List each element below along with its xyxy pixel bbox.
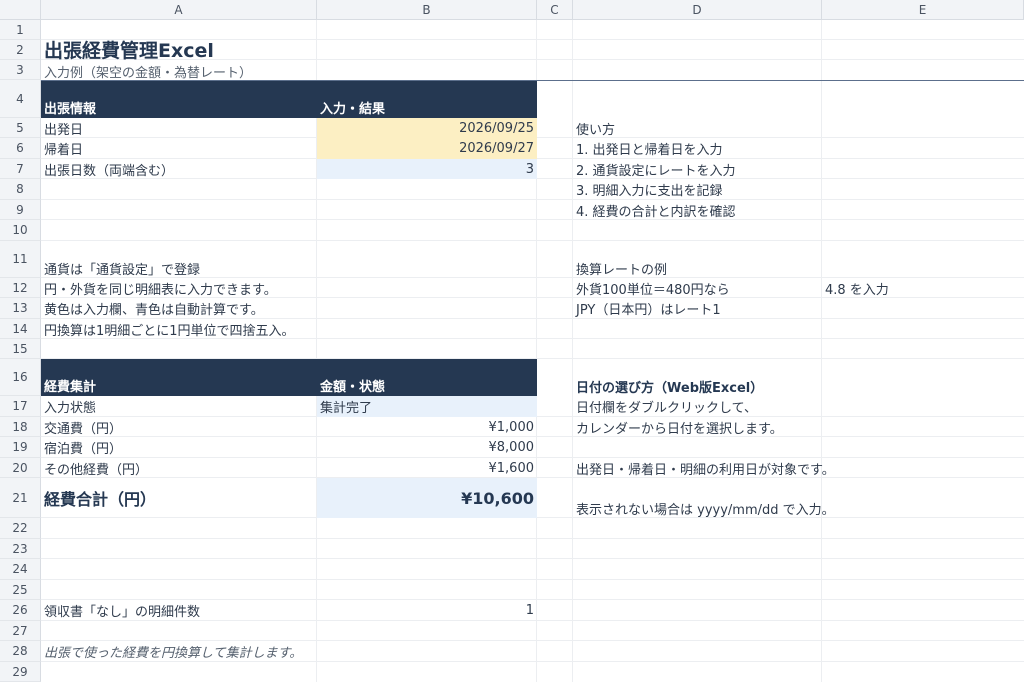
trip-days-value[interactable]: 3	[317, 159, 537, 179]
row-header-8[interactable]: 8	[0, 179, 41, 200]
rate-example-input-hint[interactable]: 4.8 を入力	[822, 278, 1022, 298]
howto-title[interactable]: 使い方	[573, 118, 822, 138]
no-receipt-count-label[interactable]: 領収書「なし」の明細件数	[41, 600, 317, 621]
row-header-11[interactable]: 11	[0, 241, 41, 278]
row-header-17[interactable]: 17	[0, 396, 41, 417]
date-help-line-4[interactable]: 表示されない場合は yyyy/mm/dd で入力。	[573, 498, 835, 518]
column-header-d[interactable]: D	[573, 0, 822, 20]
date-help-line-2[interactable]: カレンダーから日付を選択します。	[573, 417, 822, 437]
trip-info-header[interactable]: 出張情報	[41, 81, 317, 118]
sheet-title[interactable]: 出張経費管理Excel	[41, 37, 541, 62]
row-header-6[interactable]: 6	[0, 138, 41, 159]
row-header-16[interactable]: 16	[0, 359, 41, 396]
row-header-23[interactable]: 23	[0, 539, 41, 559]
total-expense-value[interactable]: ¥10,600	[317, 478, 537, 518]
amount-status-header[interactable]: 金額・状態	[317, 359, 537, 396]
row-header-4[interactable]: 4	[0, 80, 41, 118]
row-header-25[interactable]: 25	[0, 580, 41, 600]
depart-date-label[interactable]: 出発日	[41, 118, 317, 138]
rate-example-line-2[interactable]: JPY（日本円）はレート1	[573, 298, 822, 319]
date-help-line-1[interactable]: 日付欄をダブルクリックして、	[573, 396, 822, 417]
footer-note[interactable]: 出張で使った経費を円換算して集計します。	[41, 641, 517, 662]
row-header-21[interactable]: 21	[0, 478, 41, 518]
column-header-c[interactable]: C	[537, 0, 573, 20]
row-header-7[interactable]: 7	[0, 159, 41, 179]
lodging-value[interactable]: ¥8,000	[317, 437, 537, 458]
note-rounding[interactable]: 円換算は1明細ごとに1円単位で四捨五入。	[41, 319, 317, 339]
howto-step-2[interactable]: 2. 通貨設定にレートを入力	[573, 159, 822, 179]
row-header-2[interactable]: 2	[0, 40, 41, 60]
row-header-26[interactable]: 26	[0, 600, 41, 621]
date-help-title[interactable]: 日付の選び方（Web版Excel）	[573, 376, 822, 396]
rate-example-line-1[interactable]: 外貨100単位＝480円なら	[573, 278, 822, 298]
row-header-20[interactable]: 20	[0, 458, 41, 478]
return-date-input[interactable]: 2026/09/27	[317, 138, 537, 159]
row-header-12[interactable]: 12	[0, 278, 41, 298]
row-header-24[interactable]: 24	[0, 559, 41, 580]
row-header-18[interactable]: 18	[0, 417, 41, 437]
row-header-14[interactable]: 14	[0, 319, 41, 339]
row-header-10[interactable]: 10	[0, 220, 41, 241]
row-header-5[interactable]: 5	[0, 118, 41, 138]
input-status-value[interactable]: 集計完了	[317, 396, 537, 417]
spreadsheet: A B C D E 1 2 3 4 5 6 7 8 9 10 11 12 13 …	[0, 0, 1024, 682]
expense-summary-header[interactable]: 経費集計	[41, 359, 317, 396]
column-header-a[interactable]: A	[41, 0, 317, 20]
row-header-3[interactable]: 3	[0, 60, 41, 80]
row-header-1[interactable]: 1	[0, 20, 41, 40]
row-header-27[interactable]: 27	[0, 621, 41, 641]
select-all-corner[interactable]	[0, 0, 41, 20]
transport-label[interactable]: 交通費（円）	[41, 417, 317, 437]
return-date-label[interactable]: 帰着日	[41, 138, 317, 159]
other-expense-label[interactable]: その他経費（円）	[41, 458, 317, 478]
depart-date-input[interactable]: 2026/09/25	[317, 118, 537, 138]
sheet-subtitle[interactable]: 入力例（架空の金額・為替レート）	[41, 61, 541, 81]
note-currency[interactable]: 通貨は「通貨設定」で登録	[41, 258, 317, 278]
row-header-22[interactable]: 22	[0, 518, 41, 539]
column-header-e[interactable]: E	[822, 0, 1024, 20]
rate-example-title[interactable]: 換算レートの例	[573, 258, 822, 278]
trip-input-header[interactable]: 入力・結果	[317, 81, 537, 118]
row-header-13[interactable]: 13	[0, 298, 41, 319]
lodging-label[interactable]: 宿泊費（円）	[41, 437, 317, 458]
row-header-19[interactable]: 19	[0, 437, 41, 458]
row-header-28[interactable]: 28	[0, 641, 41, 662]
note-colors[interactable]: 黄色は入力欄、青色は自動計算です。	[41, 298, 317, 319]
no-receipt-count-value[interactable]: 1	[317, 600, 537, 621]
trip-days-label[interactable]: 出張日数（両端含む）	[41, 159, 317, 179]
date-help-line-3[interactable]: 出発日・帰着日・明細の利用日が対象です。	[573, 458, 835, 478]
total-expense-label[interactable]: 経費合計（円）	[41, 478, 317, 518]
row-header-15[interactable]: 15	[0, 339, 41, 359]
row-header-29[interactable]: 29	[0, 662, 41, 682]
transport-value[interactable]: ¥1,000	[317, 417, 537, 437]
note-same-table[interactable]: 円・外貨を同じ明細表に入力できます。	[41, 278, 317, 298]
other-expense-value[interactable]: ¥1,600	[317, 458, 537, 478]
row-header-9[interactable]: 9	[0, 200, 41, 220]
howto-step-4[interactable]: 4. 経費の合計と内訳を確認	[573, 200, 822, 220]
input-status-label[interactable]: 入力状態	[41, 396, 317, 417]
column-header-b[interactable]: B	[317, 0, 537, 20]
howto-step-3[interactable]: 3. 明細入力に支出を記録	[573, 179, 822, 200]
howto-step-1[interactable]: 1. 出発日と帰着日を入力	[573, 138, 822, 159]
